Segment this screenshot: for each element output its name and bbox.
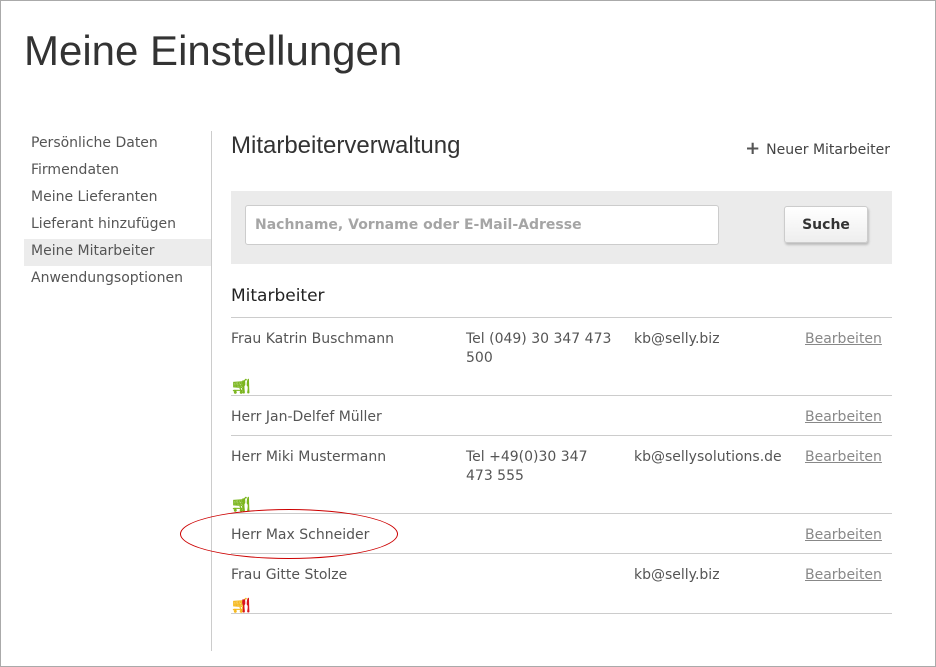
employee-email: kb@selly.biz: [634, 331, 720, 347]
page-title: Meine Einstellungen: [24, 27, 403, 74]
employees-subheading: Mitarbeiter: [231, 286, 325, 306]
search-button[interactable]: Suche: [784, 206, 868, 243]
search-input[interactable]: [245, 205, 719, 245]
plus-icon: +: [745, 138, 761, 159]
employee-phone: Tel +49(0)30 347 473 555: [466, 449, 588, 484]
edit-link[interactable]: Bearbeiten: [805, 448, 882, 467]
employee-name: Herr Miki Mustermann: [231, 449, 387, 465]
edit-link[interactable]: Bearbeiten: [805, 408, 882, 427]
sidebar-item-lieferant-hinzufuegen[interactable]: Lieferant hinzufügen: [24, 212, 212, 239]
new-employee-label: Neuer Mitarbeiter: [766, 142, 890, 158]
table-row: Herr Jan-Delfef Müller Bearbeiten: [231, 396, 892, 436]
sidebar-item-persoenliche-daten[interactable]: Persönliche Daten: [24, 131, 212, 158]
cutlery-icon: 🍴︎: [237, 598, 255, 614]
table-row: Herr Miki Mustermann Tel +49(0)30 347 473…: [231, 436, 892, 514]
employee-list: Frau Katrin Buschmann Tel (049) 30 347 47…: [231, 317, 892, 614]
employee-name: Herr Jan-Delfef Müller: [231, 409, 382, 425]
sidebar: Persönliche Daten Firmendaten Meine Lief…: [24, 131, 212, 293]
sidebar-item-firmendaten[interactable]: Firmendaten: [24, 158, 212, 185]
table-row: Frau Gitte Stolze kb@selly.biz Bearbeiten 🛒…: [231, 554, 892, 614]
edit-link[interactable]: Bearbeiten: [805, 566, 882, 585]
sidebar-item-meine-lieferanten[interactable]: Meine Lieferanten: [24, 185, 212, 212]
highlight-annotation: [180, 509, 398, 559]
employee-email: kb@selly.biz: [634, 567, 720, 583]
employee-email: kb@sellysolutions.de: [634, 449, 782, 465]
cutlery-icon: 🍴︎: [237, 379, 255, 395]
sidebar-item-meine-mitarbeiter[interactable]: Meine Mitarbeiter: [24, 239, 212, 266]
employee-name: Frau Katrin Buschmann: [231, 331, 394, 347]
sidebar-item-anwendungsoptionen[interactable]: Anwendungsoptionen: [24, 266, 212, 293]
employee-name: Frau Gitte Stolze: [231, 567, 348, 583]
edit-link[interactable]: Bearbeiten: [805, 330, 882, 349]
divider: [211, 131, 212, 651]
search-panel: Suche: [231, 191, 892, 264]
new-employee-link[interactable]: + Neuer Mitarbeiter: [745, 138, 890, 159]
table-row: Frau Katrin Buschmann Tel (049) 30 347 47…: [231, 318, 892, 396]
edit-link[interactable]: Bearbeiten: [805, 526, 882, 545]
employee-phone: Tel (049) 30 347 473 500: [466, 331, 612, 366]
section-heading: Mitarbeiterverwaltung: [231, 132, 461, 159]
